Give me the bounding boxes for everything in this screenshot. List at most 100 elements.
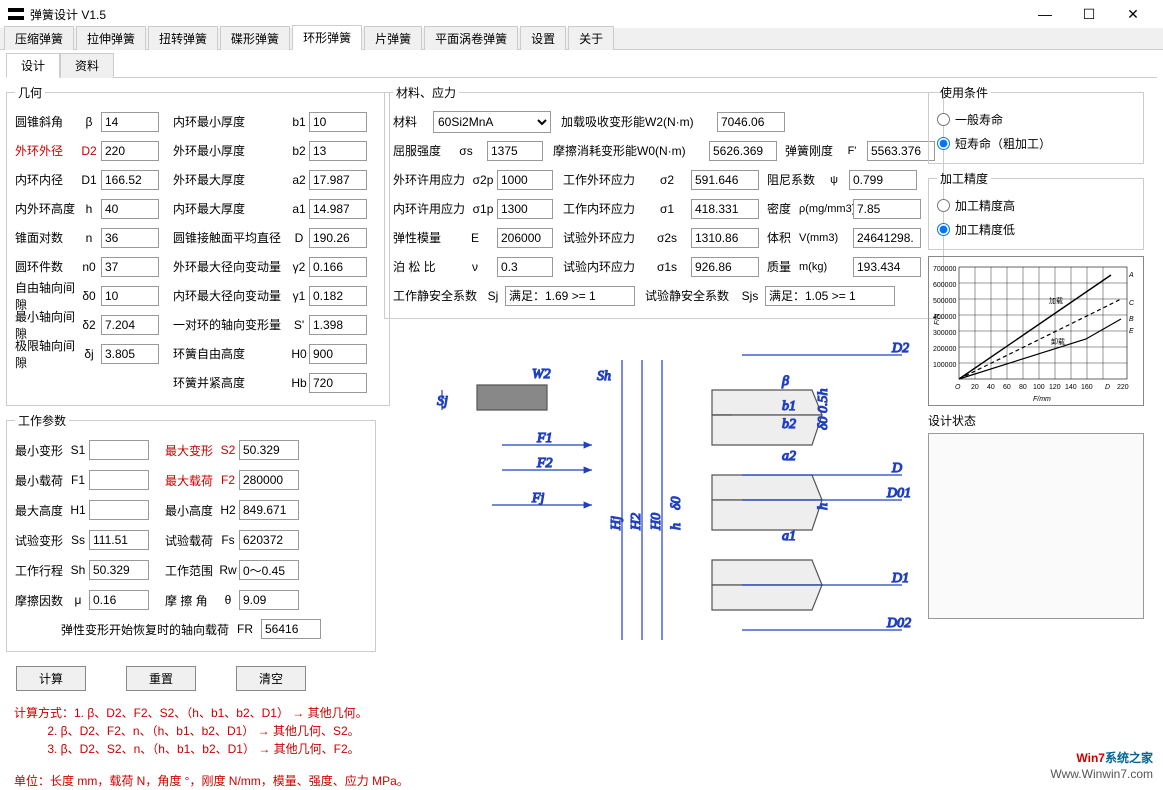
work-sym2-5: θ [217, 593, 239, 607]
work-in-3[interactable] [89, 530, 149, 550]
svg-text:Hj: Hj [609, 516, 624, 531]
work-in2-1[interactable] [239, 470, 299, 490]
geom-in-1[interactable] [101, 141, 159, 161]
minimize-button[interactable]: — [1023, 0, 1067, 28]
geom-in-4[interactable] [101, 228, 159, 248]
svg-text:F/N: F/N [934, 312, 941, 324]
reset-button[interactable]: 重置 [126, 666, 196, 691]
material-select[interactable]: 60Si2MnA [433, 111, 551, 133]
geom-lbl2-8: 环簧自由高度 [173, 345, 289, 362]
work-lbl-3: 试验变形 [15, 532, 67, 549]
geom-in2-8[interactable] [309, 344, 367, 364]
fr-symbol: FR [237, 622, 253, 636]
work-in-2[interactable] [89, 500, 149, 520]
s1s-input[interactable] [691, 257, 759, 277]
work-sym2-4: Rw [217, 563, 239, 577]
main-tab-7[interactable]: 设置 [520, 26, 566, 50]
fr-input[interactable] [261, 619, 321, 639]
geom-in-7[interactable] [101, 315, 159, 335]
work-sym-0: S1 [67, 443, 89, 457]
pois-sym: ν [453, 260, 497, 274]
main-tab-0[interactable]: 压缩弹簧 [4, 26, 74, 50]
geom-in2-3[interactable] [309, 199, 367, 219]
work-in2-0[interactable] [239, 440, 299, 460]
work-in2-3[interactable] [239, 530, 299, 550]
s1p-input[interactable] [497, 199, 553, 219]
geom-in-0[interactable] [101, 112, 159, 132]
emod-input[interactable] [497, 228, 553, 248]
yield-input[interactable] [487, 141, 543, 161]
geom-sym2-2: a2 [289, 173, 309, 187]
main-tab-3[interactable]: 碟形弹簧 [220, 26, 290, 50]
geom-sym2-9: Hb [289, 376, 309, 390]
sub-tab-0[interactable]: 设计 [6, 53, 60, 78]
sjs-input[interactable] [765, 286, 895, 306]
s2-input[interactable] [691, 170, 759, 190]
work-legend: 工作参数 [15, 412, 69, 429]
geom-in2-4[interactable] [309, 228, 367, 248]
material-legend: 材料、应力 [393, 84, 459, 101]
dens-input[interactable] [853, 199, 921, 219]
work-lbl2-1: 最大载荷 [165, 472, 217, 489]
spring-diagram: W2 Sj Sh F1 F2 Fj Hj H2 H0 δ0 h [384, 325, 920, 645]
geom-sym-5: n0 [77, 260, 101, 274]
geom-in-8[interactable] [101, 344, 159, 364]
geom-in2-6[interactable] [309, 286, 367, 306]
work-in2-4[interactable] [239, 560, 299, 580]
work-in2-5[interactable] [239, 590, 299, 610]
main-tab-8[interactable]: 关于 [568, 26, 614, 50]
geom-in-6[interactable] [101, 286, 159, 306]
work-in-4[interactable] [89, 560, 149, 580]
s1-input[interactable] [691, 199, 759, 219]
svg-text:D2: D2 [891, 341, 909, 356]
stiff-label: 弹簧刚度 [785, 142, 837, 159]
cond-general-radio[interactable] [937, 113, 950, 126]
w2-input[interactable] [717, 112, 785, 132]
vol-input[interactable] [853, 228, 921, 248]
w0-input[interactable] [709, 141, 777, 161]
geom-in2-5[interactable] [309, 257, 367, 277]
svg-text:20: 20 [971, 384, 979, 391]
work-in-0[interactable] [89, 440, 149, 460]
work-lbl-0: 最小变形 [15, 442, 67, 459]
s2p-input[interactable] [497, 170, 553, 190]
geom-in-5[interactable] [101, 257, 159, 277]
pois-input[interactable] [497, 257, 553, 277]
clear-button[interactable]: 清空 [236, 666, 306, 691]
main-tab-6[interactable]: 平面涡卷弹簧 [424, 26, 518, 50]
geom-sym-6: δ0 [77, 289, 101, 303]
cond-short-label: 短寿命（粗加工） [955, 135, 1051, 152]
geom-in2-2[interactable] [309, 170, 367, 190]
prec-low-radio[interactable] [937, 223, 950, 236]
prec-high-radio[interactable] [937, 199, 950, 212]
usage-conditions-group: 使用条件 一般寿命 短寿命（粗加工） [928, 84, 1144, 164]
geom-in-3[interactable] [101, 199, 159, 219]
work-lbl2-2: 最小高度 [165, 502, 217, 519]
main-tab-4[interactable]: 环形弹簧 [292, 25, 362, 50]
geom-in2-1[interactable] [309, 141, 367, 161]
precision-group: 加工精度 加工精度高 加工精度低 [928, 170, 1144, 250]
footer-notes: 计算方式：1. β、D2、F2、S2、（h、b1、b2、D1） → 其他几何。 … [14, 704, 409, 790]
mass-input[interactable] [853, 257, 921, 277]
main-tab-2[interactable]: 扭转弹簧 [148, 26, 218, 50]
work-in2-2[interactable] [239, 500, 299, 520]
geom-in2-9[interactable] [309, 373, 367, 393]
sub-tab-1[interactable]: 资料 [60, 53, 114, 78]
sub-tabs: 设计资料 [6, 52, 1157, 78]
calc-button[interactable]: 计算 [16, 666, 86, 691]
main-tab-5[interactable]: 片弹簧 [364, 26, 422, 50]
s2s-input[interactable] [691, 228, 759, 248]
main-tab-1[interactable]: 拉伸弹簧 [76, 26, 146, 50]
maximize-button[interactable]: ☐ [1067, 0, 1111, 28]
geom-in-2[interactable] [101, 170, 159, 190]
damp-input[interactable] [849, 170, 917, 190]
sj-input[interactable] [505, 286, 635, 306]
work-in-5[interactable] [89, 590, 149, 610]
geom-in2-7[interactable] [309, 315, 367, 335]
stiff-input[interactable] [867, 141, 935, 161]
svg-text:b2: b2 [782, 417, 796, 432]
work-in-1[interactable] [89, 470, 149, 490]
close-button[interactable]: ✕ [1111, 0, 1155, 28]
cond-short-radio[interactable] [937, 137, 950, 150]
geom-in2-0[interactable] [309, 112, 367, 132]
